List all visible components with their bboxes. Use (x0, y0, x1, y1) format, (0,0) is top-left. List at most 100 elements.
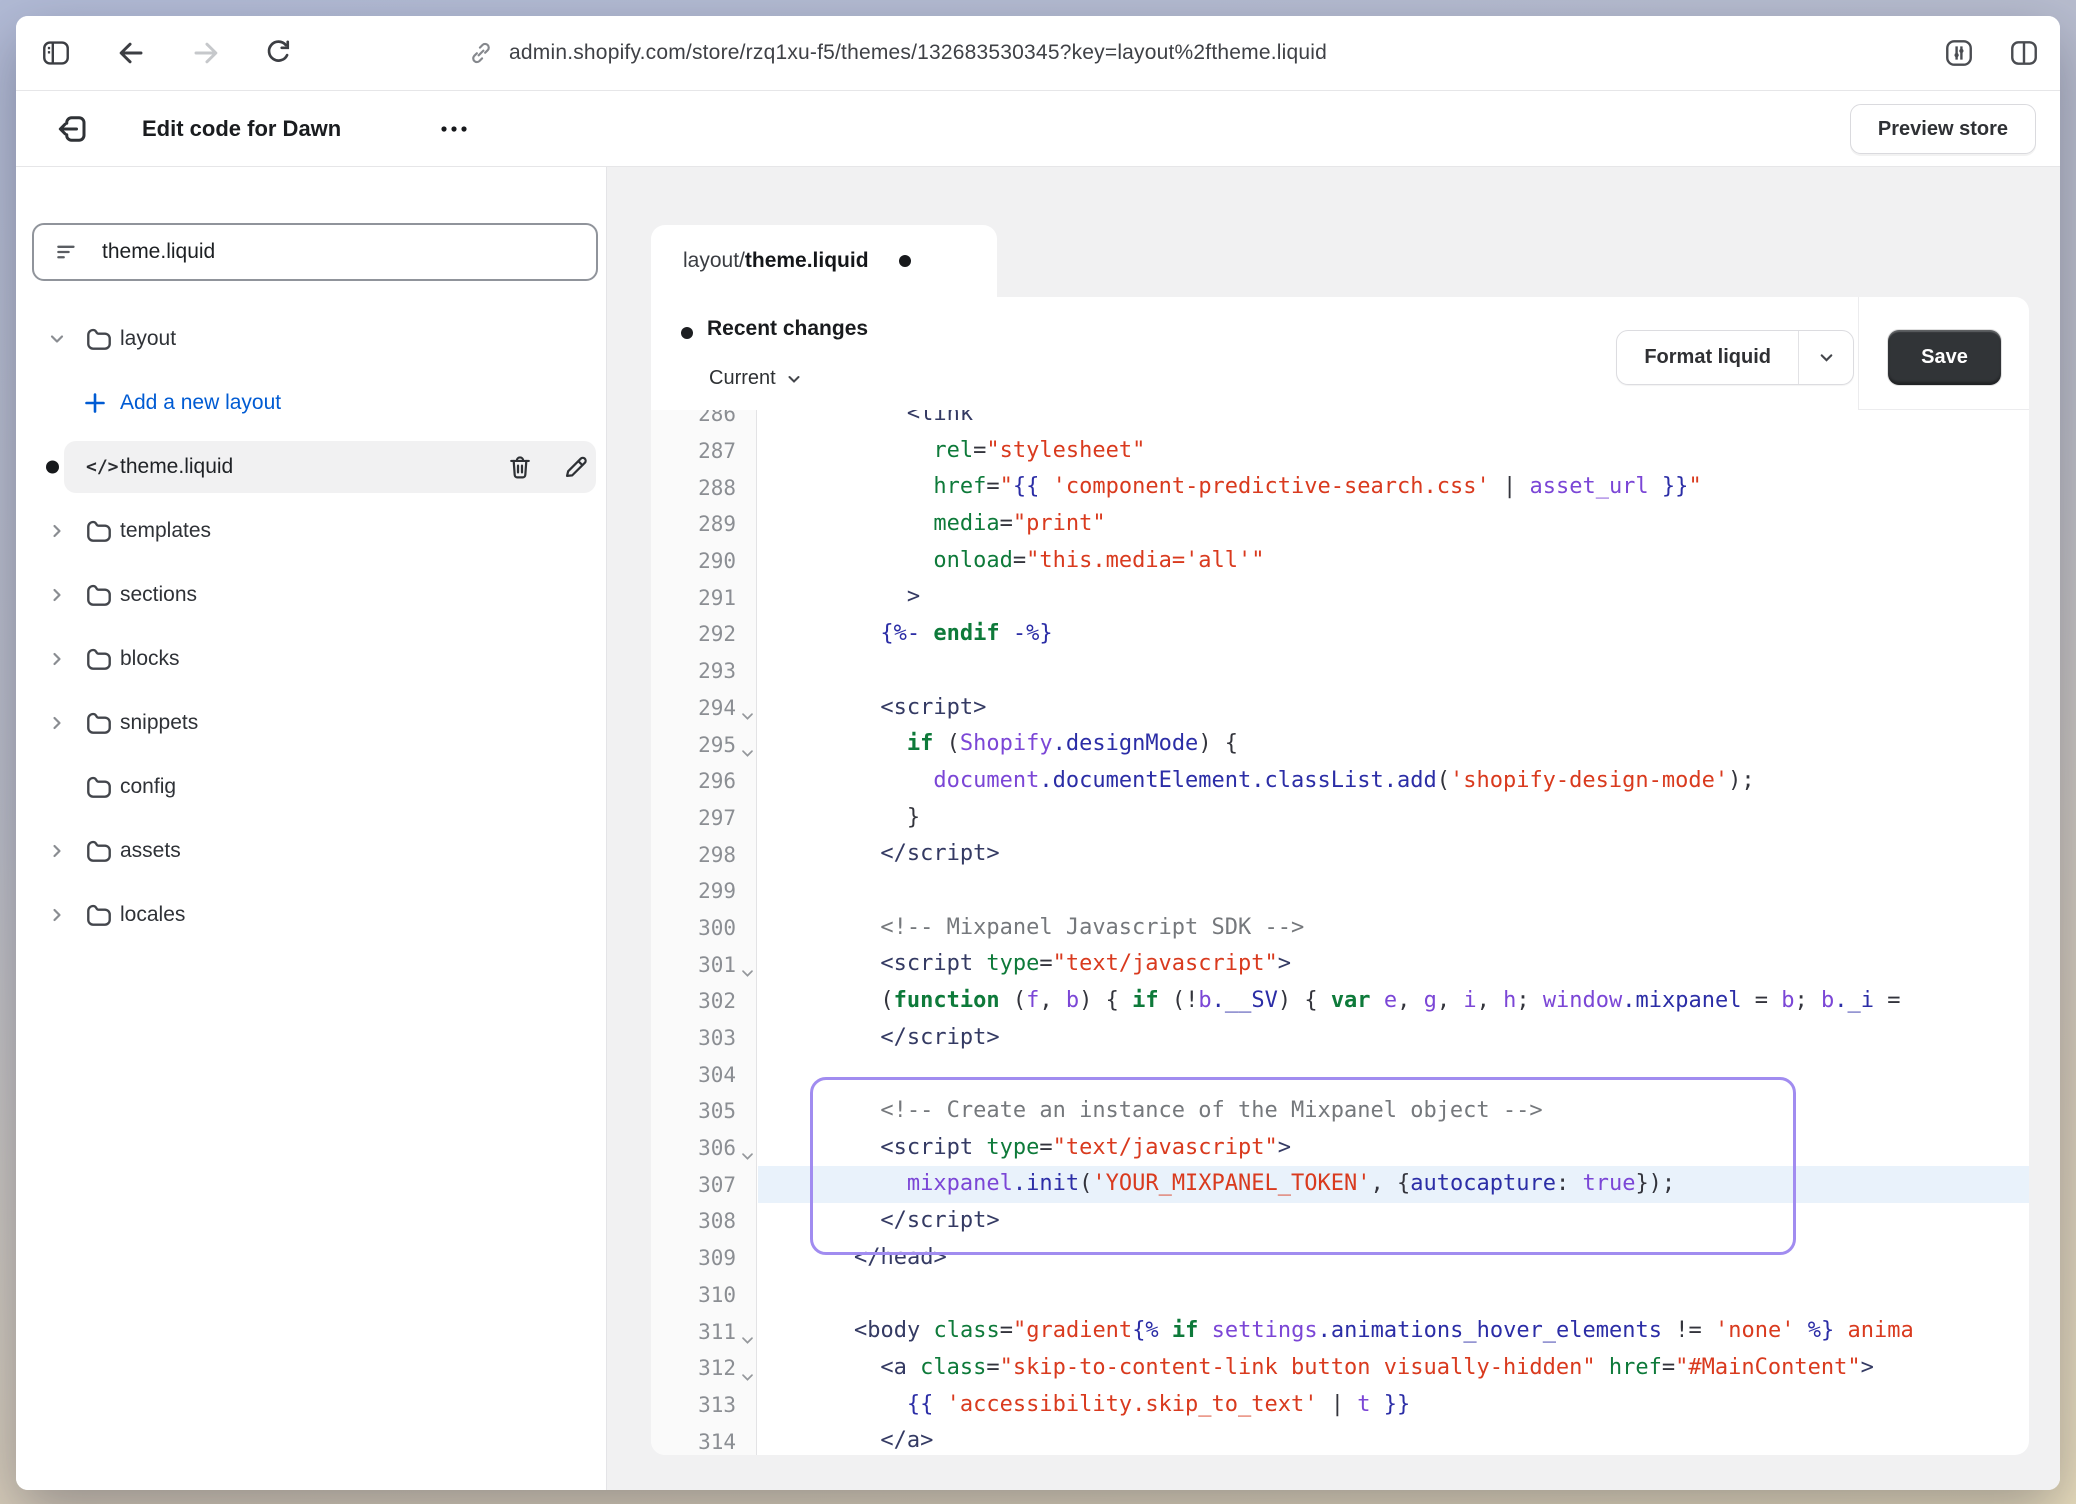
code-line-312[interactable]: <a class="skip-to-content-link button vi… (758, 1350, 2029, 1387)
code-line-313[interactable]: {{ 'accessibility.skip_to_text' | t }} (758, 1387, 2029, 1424)
line-number: 288 (698, 476, 736, 500)
code-line-305[interactable]: <!-- Create an instance of the Mixpanel … (758, 1093, 2029, 1130)
code-line-298[interactable]: </script> (758, 836, 2029, 873)
fold-toggle-icon[interactable] (740, 966, 755, 981)
tab-layout-theme-liquid[interactable]: layout/theme.liquid (651, 225, 997, 297)
preview-store-button[interactable]: Preview store (1850, 104, 2036, 154)
code-line-287[interactable]: rel="stylesheet" (758, 433, 2029, 470)
code-line-289[interactable]: media="print" (758, 506, 2029, 543)
tree-item-theme-liquid[interactable]: </>theme.liquid (16, 435, 606, 499)
version-selected: Current (709, 367, 776, 390)
code-line-301[interactable]: <script type="text/javascript"> (758, 946, 2029, 983)
format-liquid-menu-button[interactable] (1799, 331, 1853, 384)
file-search-input[interactable]: theme.liquid (32, 223, 598, 281)
line-number: 300 (698, 916, 736, 940)
code-line-314[interactable]: </a> (758, 1423, 2029, 1455)
tree-item-assets[interactable]: assets (16, 819, 606, 883)
code-line-290[interactable]: onload="this.media='all'" (758, 543, 2029, 580)
fold-toggle-icon[interactable] (740, 1370, 755, 1385)
code-line-294[interactable]: <script> (758, 690, 2029, 727)
chevron-down-icon (1818, 349, 1835, 366)
exit-editor-icon[interactable] (54, 111, 90, 147)
line-number: 299 (698, 879, 736, 903)
code-file-icon: </> (86, 457, 119, 478)
code-line-300[interactable]: <!-- Mixpanel Javascript SDK --> (758, 910, 2029, 947)
line-number: 302 (698, 989, 736, 1013)
fold-toggle-icon[interactable] (740, 746, 755, 761)
tree-item-label: blocks (120, 647, 180, 671)
format-liquid-button[interactable]: Format liquid (1617, 331, 1799, 384)
save-section: Save (1858, 297, 2029, 410)
recent-changes-dot (681, 327, 693, 339)
chevron-right-icon[interactable] (46, 584, 68, 606)
fold-toggle-icon[interactable] (740, 1333, 755, 1348)
code-line-310[interactable] (758, 1277, 2029, 1314)
code-line-286[interactable]: <link (758, 410, 2029, 433)
fold-toggle-icon[interactable] (740, 709, 755, 724)
code-line-307[interactable]: mixpanel.init('YOUR_MIXPANEL_TOKEN', {au… (758, 1166, 2029, 1203)
fold-toggle-icon[interactable] (740, 1149, 755, 1164)
code-line-308[interactable]: </script> (758, 1203, 2029, 1240)
code-line-296[interactable]: document.documentElement.classList.add('… (758, 763, 2029, 800)
code-line-291[interactable]: > (758, 579, 2029, 616)
delete-file-icon[interactable] (506, 453, 534, 481)
tree-item-config[interactable]: config (16, 755, 606, 819)
code-editor[interactable]: 2862872882892902912922932942952962972982… (651, 410, 2029, 1455)
tree-item-label: sections (120, 583, 197, 607)
chevron-right-icon[interactable] (46, 904, 68, 926)
browser-settings-sliders-icon[interactable] (1943, 37, 1975, 69)
version-dropdown[interactable]: Current (709, 367, 802, 390)
line-number: 303 (698, 1026, 736, 1050)
tree-item-add-a-new-layout[interactable]: Add a new layout (16, 371, 606, 435)
url-text: admin.shopify.com/store/rzq1xu-f5/themes… (509, 41, 1327, 65)
tree-item-snippets[interactable]: snippets (16, 691, 606, 755)
chevron-right-icon[interactable] (46, 712, 68, 734)
plus-icon (82, 390, 108, 416)
back-button-icon[interactable] (115, 37, 147, 69)
chevron-down-icon[interactable] (46, 328, 68, 350)
more-actions-icon[interactable] (436, 116, 472, 142)
browser-toolbar: admin.shopify.com/store/rzq1xu-f5/themes… (16, 16, 2060, 91)
tree-item-label: theme.liquid (120, 455, 233, 479)
file-tree: layoutAdd a new layout</>theme.liquidtem… (16, 307, 606, 947)
page-title: Edit code for Dawn (142, 116, 341, 142)
code-line-288[interactable]: href="{{ 'component-predictive-search.cs… (758, 469, 2029, 506)
split-view-icon[interactable] (2008, 37, 2040, 69)
line-number: 294 (698, 696, 736, 720)
tree-item-layout[interactable]: layout (16, 307, 606, 371)
main-area: theme.liquid layoutAdd a new layout</>th… (16, 167, 2060, 1490)
edit-file-icon[interactable] (561, 453, 589, 481)
tree-item-sections[interactable]: sections (16, 563, 606, 627)
code-line-299[interactable] (758, 873, 2029, 910)
chevron-right-icon[interactable] (46, 648, 68, 670)
code-line-295[interactable]: if (Shopify.designMode) { (758, 726, 2029, 763)
filter-icon (54, 239, 80, 265)
code-line-306[interactable]: <script type="text/javascript"> (758, 1130, 2029, 1167)
code-line-309[interactable]: </head> (758, 1240, 2029, 1277)
code-line-293[interactable] (758, 653, 2029, 690)
chevron-right-icon[interactable] (46, 840, 68, 862)
tree-item-label: layout (120, 327, 176, 351)
tree-item-blocks[interactable]: blocks (16, 627, 606, 691)
link-icon (468, 40, 494, 66)
line-number: 301 (698, 953, 736, 977)
save-button[interactable]: Save (1888, 330, 2001, 385)
line-number: 290 (698, 549, 736, 573)
code-line-302[interactable]: (function (f, b) { if (!b.__SV) { var e,… (758, 983, 2029, 1020)
code-line-292[interactable]: {%- endif -%} (758, 616, 2029, 653)
tree-item-locales[interactable]: locales (16, 883, 606, 947)
chevron-right-icon[interactable] (46, 520, 68, 542)
code-line-311[interactable]: <body class="gradient{% if settings.anim… (758, 1313, 2029, 1350)
code-line-297[interactable]: } (758, 800, 2029, 837)
app-header: Edit code for Dawn Preview store (16, 91, 2060, 167)
code-column: <linkrel="stylesheet"href="{{ 'component… (758, 410, 2029, 1455)
line-number: 295 (698, 733, 736, 757)
browser-sidebar-toggle-icon[interactable] (40, 37, 72, 69)
code-line-304[interactable] (758, 1056, 2029, 1093)
reload-button-icon[interactable] (262, 37, 294, 69)
folder-icon (84, 644, 114, 674)
url-bar[interactable]: admin.shopify.com/store/rzq1xu-f5/themes… (468, 40, 1327, 66)
code-line-303[interactable]: </script> (758, 1020, 2029, 1057)
tree-item-templates[interactable]: templates (16, 499, 606, 563)
forward-button-icon[interactable] (190, 37, 222, 69)
